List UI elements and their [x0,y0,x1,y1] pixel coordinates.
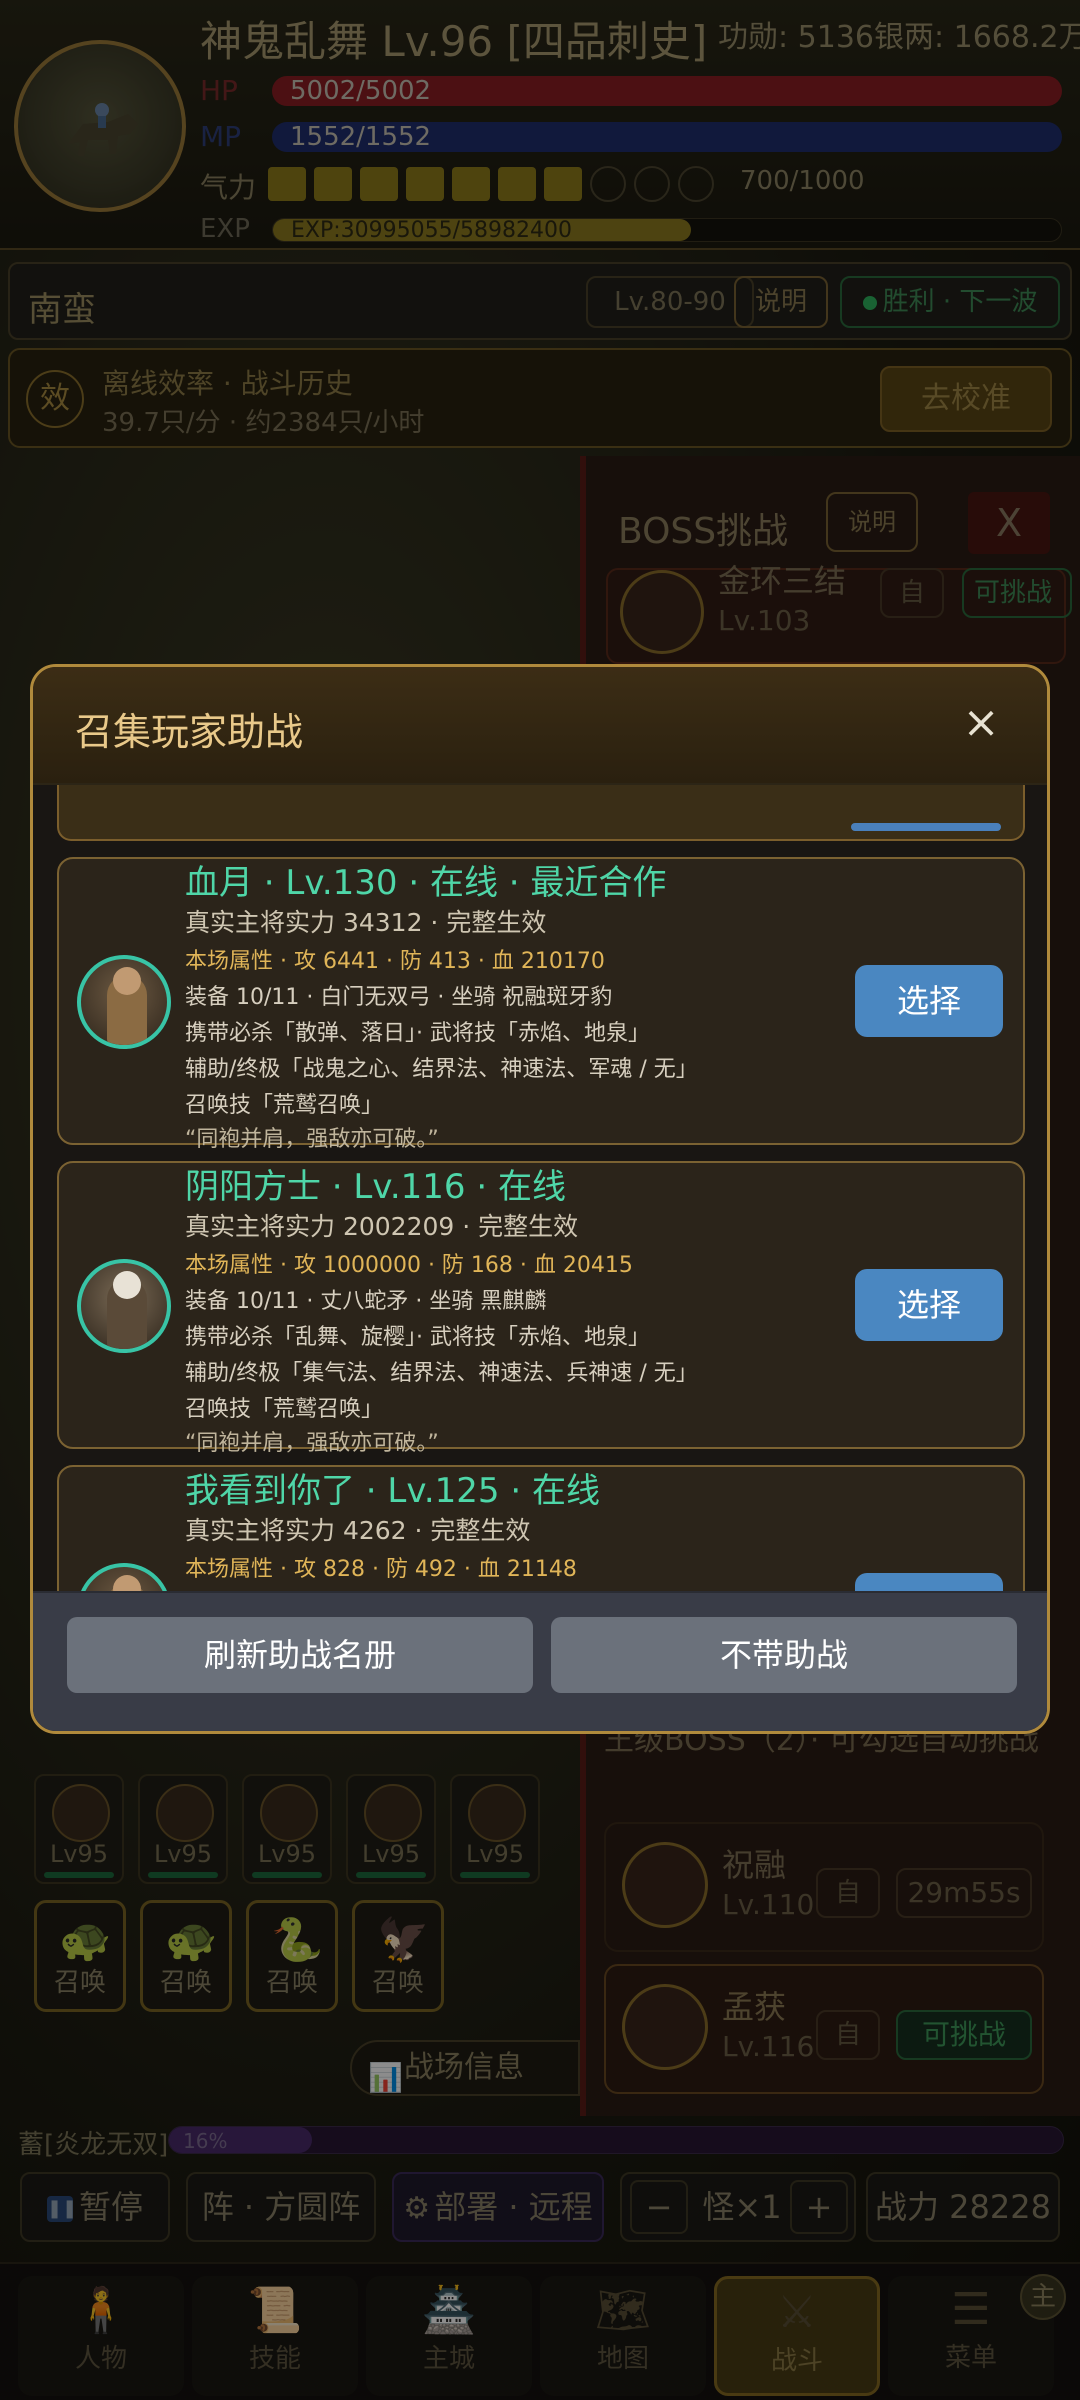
helper-kill-skills: 携带必杀「散弹、落日」· 武将技「赤焰、地泉」 [185,1021,650,1046]
helper-gear: 装备 10/11 · 丈八蛇矛 · 坐骑 黑麒麟 [185,1289,547,1314]
choose-button[interactable]: 选择 [855,1269,1003,1341]
modal-header: 召集玩家助战 × [33,667,1047,785]
helper-quote: “同袍并肩，强敌亦可破。” [185,1431,439,1456]
helper-quote: “同袍并肩，强敌亦可破。” [185,1127,439,1152]
choose-button[interactable]: 选择 [855,965,1003,1037]
helper-attrs: 本场属性 · 攻 1000000 · 防 168 · 血 20415 [185,1253,633,1278]
list-item [57,785,1025,841]
helper-aux-skills: 辅助/终极「战鬼之心、结界法、神速法、军魂 / 无」 [185,1057,698,1082]
helper-power: 真实主将实力 4262 · 完整生效 [185,1516,531,1545]
helper-power: 真实主将实力 2002209 · 完整生效 [185,1212,579,1241]
helper-kill-skills: 携带必杀「乱舞、旋樱」· 武将技「赤焰、地泉」 [185,1325,650,1350]
helper-power: 真实主将实力 34312 · 完整生效 [185,908,547,937]
helper-list[interactable]: 血月 · Lv.130 · 在线 · 最近合作 真实主将实力 34312 · 完… [33,785,1047,1597]
summon-helper-modal: 召集玩家助战 × 血月 · Lv.130 · 在线 · 最近合作 真实主将实力 … [30,664,1050,1734]
modal-title: 召集玩家助战 [75,710,304,754]
close-icon[interactable]: × [951,693,1011,753]
helper-card: 血月 · Lv.130 · 在线 · 最近合作 真实主将实力 34312 · 完… [57,857,1025,1152]
helper-attrs: 本场属性 · 攻 6441 · 防 413 · 血 210170 [185,949,605,974]
helper-summon-skill: 召唤技「荒鹫召唤」 [185,1093,384,1118]
modal-footer: 刷新助战名册 不带助战 [33,1591,1047,1731]
helper-avatar [77,1259,171,1353]
helper-summon-skill: 召唤技「荒鹫召唤」 [185,1397,384,1422]
choose-button[interactable] [851,823,1001,831]
helper-card: 我看到你了 · Lv.125 · 在线 真实主将实力 4262 · 完整生效 本… [57,1465,1025,1597]
refresh-roster-button[interactable]: 刷新助战名册 [67,1617,533,1693]
helper-gear: 装备 10/11 · 白门无双弓 · 坐骑 祝融斑牙豹 [185,985,613,1010]
no-helper-button[interactable]: 不带助战 [551,1617,1017,1693]
helper-avatar [77,955,171,1049]
helper-aux-skills: 辅助/终极「集气法、结界法、神速法、兵神速 / 无」 [185,1361,698,1386]
helper-card: 阴阳方士 · Lv.116 · 在线 真实主将实力 2002209 · 完整生效… [57,1161,1025,1456]
helper-attrs: 本场属性 · 攻 828 · 防 492 · 血 21148 [185,1557,577,1582]
helper-name: 阴阳方士 · Lv.116 · 在线 [185,1167,566,1207]
helper-name: 我看到你了 · Lv.125 · 在线 [185,1471,600,1511]
helper-name: 血月 · Lv.130 · 在线 · 最近合作 [185,863,667,903]
